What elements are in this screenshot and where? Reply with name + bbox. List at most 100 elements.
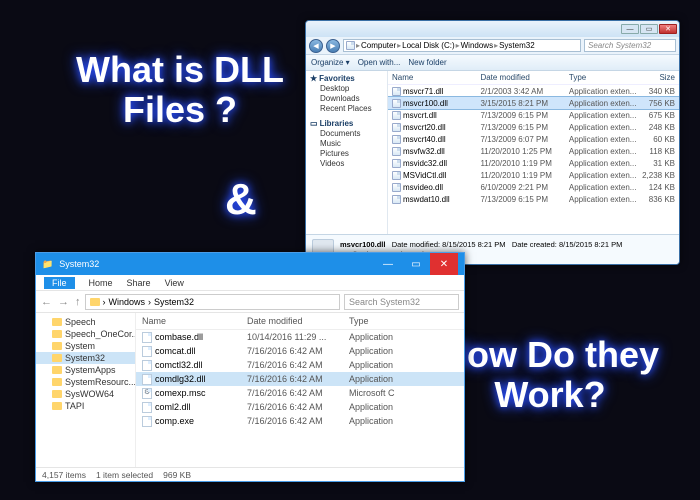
column-headers[interactable]: Name Date modified Type Size [388, 71, 679, 85]
table-row[interactable]: msvcr100.dll3/15/2015 8:21 PMApplication… [388, 97, 679, 109]
folder-icon [90, 298, 100, 306]
sidebar-libraries[interactable]: ▭ Libraries [310, 119, 383, 128]
dll-file-icon [392, 147, 401, 156]
column-headers[interactable]: Name Date modified Type [136, 313, 464, 330]
file-icon [142, 332, 152, 343]
sidebar-item[interactable]: TAPI [36, 400, 135, 412]
dll-file-icon [392, 111, 401, 120]
status-size: 969 KB [163, 470, 191, 480]
folder-icon: 📁 [42, 259, 53, 270]
titlebar[interactable]: 📁 System32 — ▭ ✕ [36, 253, 464, 275]
toolbar: Organize ▾ Open with... New folder [306, 55, 679, 71]
dll-file-icon [392, 159, 401, 168]
open-with-button[interactable]: Open with... [358, 58, 401, 67]
dll-file-icon [392, 135, 401, 144]
sidebar: SpeechSpeech_OneCor...SystemSystem32Syst… [36, 313, 136, 467]
nav-controls: ← → ↑ [41, 296, 81, 308]
status-bar: 4,157 items 1 item selected 969 KB [36, 467, 464, 481]
sidebar-item-documents[interactable]: Documents [310, 129, 383, 138]
table-row[interactable]: msvidc32.dll11/20/2010 1:19 PMApplicatio… [388, 157, 679, 169]
maximize-button[interactable]: ▭ [402, 253, 430, 275]
table-row[interactable]: comcat.dll7/16/2016 6:42 AMApplication [136, 344, 464, 358]
titlebar[interactable]: — ▭ ✕ [306, 21, 679, 37]
sidebar-item[interactable]: SystemResourc... [36, 376, 135, 388]
table-row[interactable]: msvcr71.dll2/1/2003 3:42 AMApplication e… [388, 85, 679, 97]
tab-view[interactable]: View [165, 278, 184, 288]
nav-forward-button[interactable]: ▶ [326, 39, 340, 53]
ribbon-tabs: File Home Share View [36, 275, 464, 291]
explorer-window-win10: 📁 System32 — ▭ ✕ File Home Share View ← … [35, 252, 465, 482]
table-row[interactable]: msvcrt.dll7/13/2009 6:15 PMApplication e… [388, 109, 679, 121]
file-icon [142, 388, 152, 399]
minimize-button[interactable]: — [621, 24, 639, 34]
organize-menu[interactable]: Organize ▾ [311, 58, 350, 67]
search-input[interactable]: Search System32 [584, 39, 676, 52]
sidebar-favorites[interactable]: ★ Favorites [310, 74, 383, 83]
address-bar[interactable]: ›Windows ›System32 [85, 294, 341, 310]
file-list: Name Date modified Type Size msvcr71.dll… [388, 71, 679, 234]
folder-icon [52, 378, 62, 386]
folder-icon [52, 366, 62, 374]
file-icon [142, 346, 152, 357]
headline-question-1: What is DLL Files ? [50, 50, 310, 129]
dll-file-icon [392, 99, 401, 108]
dll-file-icon [392, 195, 401, 204]
file-icon [142, 402, 152, 413]
sidebar-item-pictures[interactable]: Pictures [310, 149, 383, 158]
headline-question-2: How Do they Work? [440, 335, 660, 414]
maximize-button[interactable]: ▭ [640, 24, 658, 34]
sidebar-item-downloads[interactable]: Downloads [310, 94, 383, 103]
nav-forward-button[interactable]: → [58, 296, 69, 308]
dll-file-icon [392, 87, 401, 96]
file-list: Name Date modified Type combase.dll10/14… [136, 313, 464, 467]
window-title: System32 [59, 259, 99, 269]
tab-file[interactable]: File [44, 277, 75, 289]
close-button[interactable]: ✕ [659, 24, 677, 34]
sidebar-item[interactable]: Speech_OneCor... [36, 328, 135, 340]
table-row[interactable]: comexp.msc7/16/2016 6:42 AMMicrosoft C [136, 386, 464, 400]
dll-file-icon [392, 171, 401, 180]
sidebar-item[interactable]: System [36, 340, 135, 352]
sidebar-item[interactable]: SystemApps [36, 364, 135, 376]
computer-icon [346, 41, 355, 50]
tab-home[interactable]: Home [89, 278, 113, 288]
table-row[interactable]: comp.exe7/16/2016 6:42 AMApplication [136, 414, 464, 428]
nav-up-button[interactable]: ↑ [75, 296, 81, 308]
search-input[interactable]: Search System32 [344, 294, 459, 310]
close-button[interactable]: ✕ [430, 253, 458, 275]
table-row[interactable]: combase.dll10/14/2016 11:29 ...Applicati… [136, 330, 464, 344]
address-bar[interactable]: ▸Computer ▸Local Disk (C:) ▸Windows ▸Sys… [343, 39, 581, 52]
table-row[interactable]: comctl32.dll7/16/2016 6:42 AMApplication [136, 358, 464, 372]
table-row[interactable]: msvcrt20.dll7/13/2009 6:15 PMApplication… [388, 121, 679, 133]
sidebar-item-videos[interactable]: Videos [310, 159, 383, 168]
nav-back-button[interactable]: ◀ [309, 39, 323, 53]
minimize-button[interactable]: — [374, 253, 402, 275]
tab-share[interactable]: Share [127, 278, 151, 288]
folder-icon [52, 354, 62, 362]
folder-icon [52, 318, 62, 326]
dll-file-icon [392, 183, 401, 192]
sidebar-item-recent[interactable]: Recent Places [310, 104, 383, 113]
sidebar: ★ Favorites Desktop Downloads Recent Pla… [306, 71, 388, 234]
nav-back-button[interactable]: ← [41, 296, 52, 308]
folder-icon [52, 402, 62, 410]
new-folder-button[interactable]: New folder [408, 58, 446, 67]
table-row[interactable]: msvcrt40.dll7/13/2009 6:07 PMApplication… [388, 133, 679, 145]
dll-file-icon [392, 123, 401, 132]
table-row[interactable]: msvideo.dll6/10/2009 2:21 PMApplication … [388, 181, 679, 193]
file-icon [142, 374, 152, 385]
sidebar-item[interactable]: System32 [36, 352, 135, 364]
file-icon [142, 416, 152, 427]
table-row[interactable]: coml2.dll7/16/2016 6:42 AMApplication [136, 400, 464, 414]
table-row[interactable]: mswdat10.dll7/13/2009 6:15 PMApplication… [388, 193, 679, 205]
sidebar-item[interactable]: SysWOW64 [36, 388, 135, 400]
status-item-count: 4,157 items [42, 470, 86, 480]
table-row[interactable]: msvfw32.dll11/20/2010 1:25 PMApplication… [388, 145, 679, 157]
sidebar-item-desktop[interactable]: Desktop [310, 84, 383, 93]
file-icon [142, 360, 152, 371]
sidebar-item-music[interactable]: Music [310, 139, 383, 148]
table-row[interactable]: comdlg32.dll7/16/2016 6:42 AMApplication [136, 372, 464, 386]
sidebar-item[interactable]: Speech [36, 316, 135, 328]
table-row[interactable]: MSVidCtl.dll11/20/2010 1:19 PMApplicatio… [388, 169, 679, 181]
explorer-window-win7: — ▭ ✕ ◀ ▶ ▸Computer ▸Local Disk (C:) ▸Wi… [305, 20, 680, 265]
